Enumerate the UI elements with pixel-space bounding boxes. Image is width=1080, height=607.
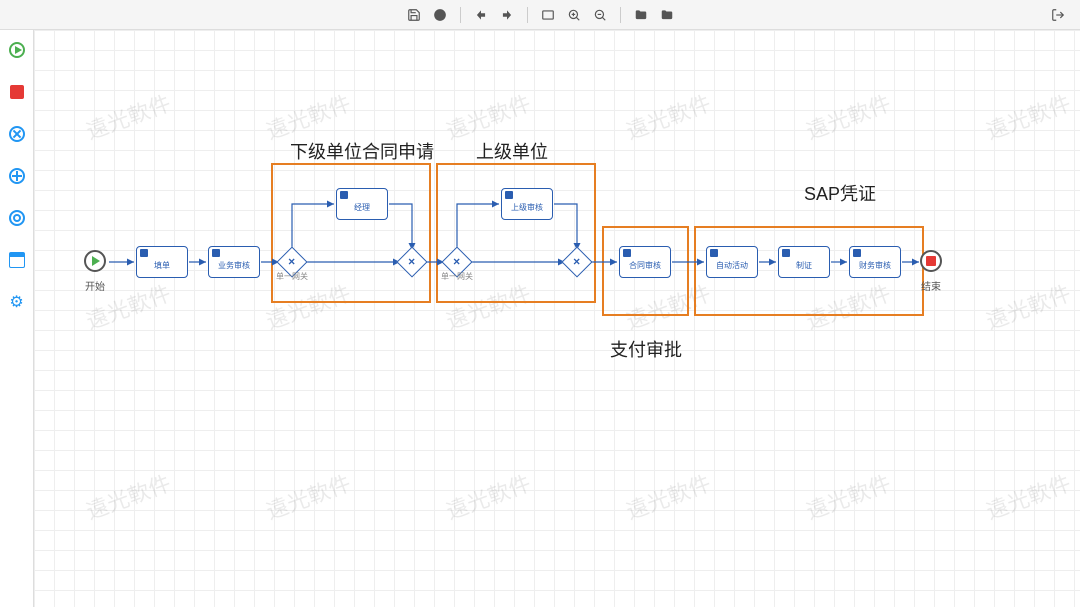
task-superior-review[interactable]: 上级审核 bbox=[501, 188, 553, 220]
redo-button[interactable] bbox=[495, 3, 519, 27]
annotation-label-sub-unit: 下级单位合同申请 bbox=[290, 138, 434, 164]
task-fill[interactable]: 填单 bbox=[136, 246, 188, 278]
annotation-label-sap: SAP凭证 bbox=[804, 180, 876, 206]
palette: ⚙ bbox=[0, 30, 34, 607]
user-task-icon bbox=[623, 249, 631, 257]
zoom-in-button[interactable] bbox=[562, 3, 586, 27]
toolbar bbox=[0, 0, 1080, 30]
separator bbox=[460, 7, 461, 23]
annotation-box-sub-unit bbox=[271, 163, 431, 303]
user-task-icon bbox=[340, 191, 348, 199]
separator bbox=[527, 7, 528, 23]
annotation-label-payment: 支付审批 bbox=[610, 336, 682, 362]
palette-add[interactable] bbox=[7, 166, 27, 186]
palette-settings[interactable]: ⚙ bbox=[7, 292, 27, 312]
palette-intermediate[interactable] bbox=[7, 208, 27, 228]
folder-a-button[interactable] bbox=[629, 3, 653, 27]
palette-end-event[interactable] bbox=[7, 82, 27, 102]
gateway-2[interactable]: × bbox=[401, 251, 423, 273]
task-finance-review[interactable]: 财务审核 bbox=[849, 246, 901, 278]
user-task-icon bbox=[853, 249, 861, 257]
user-task-icon bbox=[505, 191, 513, 199]
folder-b-button[interactable] bbox=[655, 3, 679, 27]
start-node[interactable]: 开始 bbox=[84, 250, 106, 272]
service-task-icon bbox=[710, 249, 718, 257]
gateway-4[interactable]: × bbox=[566, 251, 588, 273]
end-label: 结束 bbox=[921, 278, 941, 293]
zoom-out-button[interactable] bbox=[588, 3, 612, 27]
undo-button[interactable] bbox=[469, 3, 493, 27]
task-manager[interactable]: 经理 bbox=[336, 188, 388, 220]
user-task-icon bbox=[782, 249, 790, 257]
save-button[interactable] bbox=[402, 3, 426, 27]
fit-button[interactable] bbox=[536, 3, 560, 27]
end-node[interactable]: 结束 bbox=[920, 250, 942, 272]
palette-form[interactable] bbox=[7, 250, 27, 270]
gateway-3[interactable]: × 单一网关 bbox=[446, 251, 468, 273]
flow-edges bbox=[34, 30, 1080, 607]
user-task-icon bbox=[212, 249, 220, 257]
exit-button[interactable] bbox=[1046, 3, 1070, 27]
task-auto[interactable]: 自动活动 bbox=[706, 246, 758, 278]
gateway-1[interactable]: × 单一网关 bbox=[281, 251, 303, 273]
task-biz-review[interactable]: 业务审核 bbox=[208, 246, 260, 278]
validate-button[interactable] bbox=[428, 3, 452, 27]
task-voucher[interactable]: 制证 bbox=[778, 246, 830, 278]
separator bbox=[620, 7, 621, 23]
canvas[interactable]: 遠光軟件 遠光軟件 遠光軟件 遠光軟件 遠光軟件 遠光軟件 遠光軟件 遠光軟件 … bbox=[34, 30, 1080, 607]
palette-start-event[interactable] bbox=[7, 40, 27, 60]
annotation-label-superior: 上级单位 bbox=[476, 138, 548, 164]
palette-cancel[interactable] bbox=[7, 124, 27, 144]
annotation-box-superior bbox=[436, 163, 596, 303]
start-label: 开始 bbox=[85, 278, 105, 293]
user-task-icon bbox=[140, 249, 148, 257]
watermark: 遠光軟件 遠光軟件 遠光軟件 遠光軟件 遠光軟件 遠光軟件 遠光軟件 遠光軟件 … bbox=[34, 30, 1080, 607]
task-contract-review[interactable]: 合同审核 bbox=[619, 246, 671, 278]
